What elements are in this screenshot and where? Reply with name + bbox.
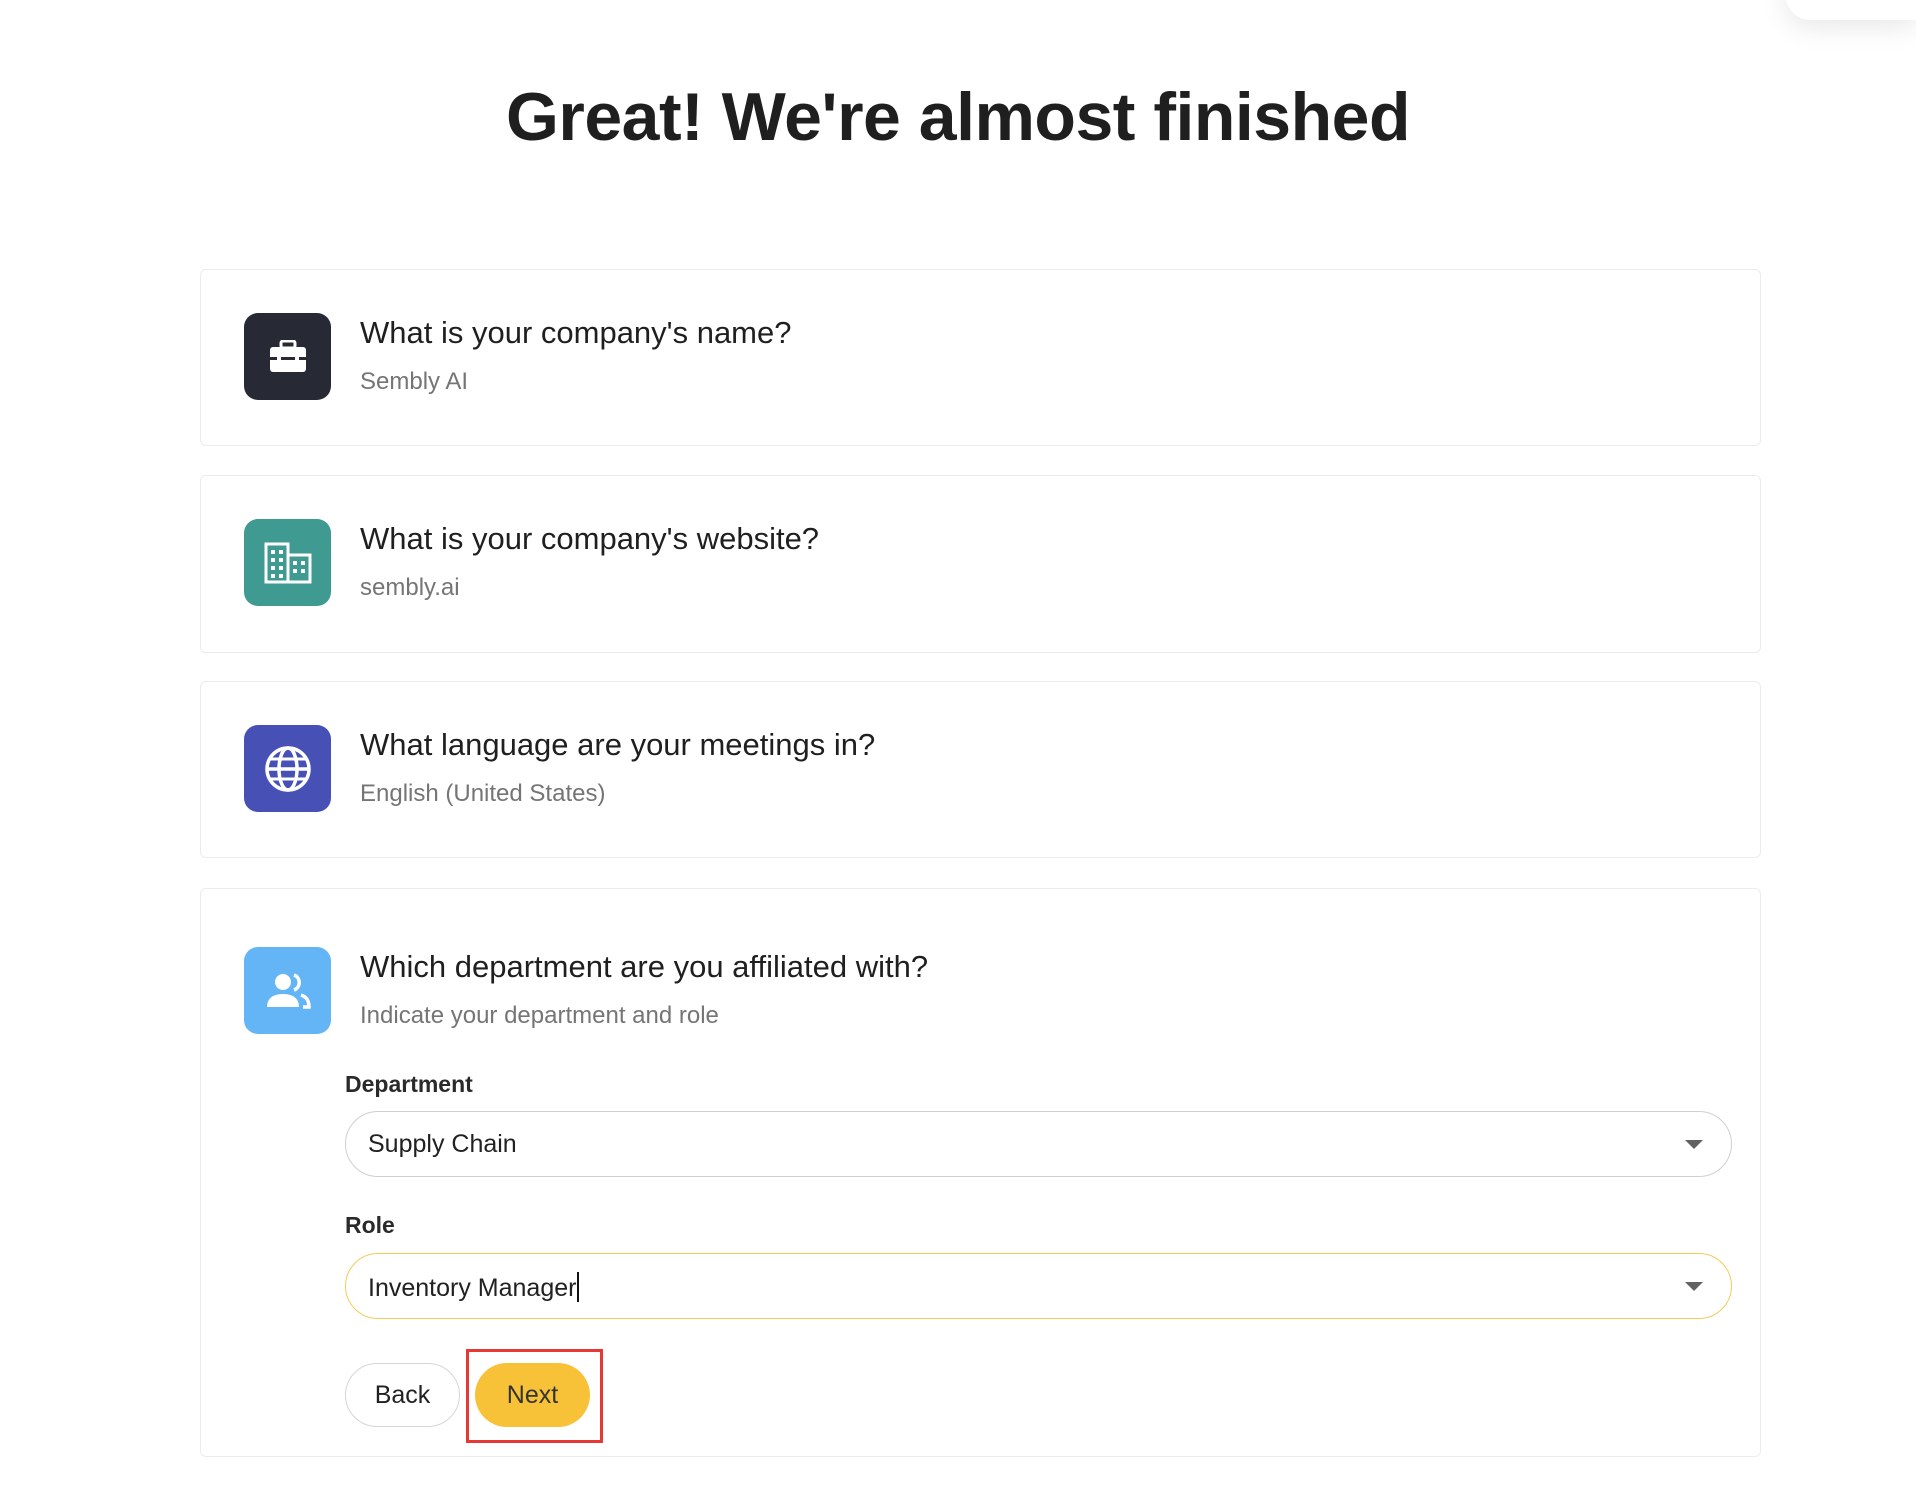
question-answer: Sembly AI xyxy=(360,368,469,395)
briefcase-icon xyxy=(244,313,331,400)
text-caret xyxy=(577,1272,580,1302)
question-answer: English (United States) xyxy=(360,780,606,807)
chevron-down-icon[interactable] xyxy=(1685,1282,1703,1291)
question-title: Which department are you affiliated with… xyxy=(360,949,929,984)
chevron-down-icon[interactable] xyxy=(1685,1140,1703,1149)
onboarding-page: Great! We're almost finished What is you… xyxy=(0,0,1916,1508)
role-value-wrap: Inventory Manager xyxy=(368,1272,580,1303)
department-card: Which department are you affiliated with… xyxy=(200,888,1761,1457)
page-title: Great! We're almost finished xyxy=(505,79,1411,155)
next-button[interactable]: Next xyxy=(475,1363,590,1427)
company-name-card[interactable]: What is your company's name? Sembly AI xyxy=(200,269,1761,446)
department-value: Supply Chain xyxy=(368,1130,517,1158)
back-button[interactable]: Back xyxy=(345,1363,460,1427)
question-answer: sembly.ai xyxy=(360,574,460,601)
question-title: What language are your meetings in? xyxy=(360,727,876,762)
department-select[interactable]: Supply Chain xyxy=(345,1111,1732,1177)
question-title: What is your company's website? xyxy=(360,521,820,556)
corner-panel xyxy=(1786,0,1916,20)
globe-icon xyxy=(244,725,331,812)
question-subtitle: Indicate your department and role xyxy=(360,1002,719,1029)
role-select[interactable]: Inventory Manager xyxy=(345,1253,1732,1319)
building-icon xyxy=(244,519,331,606)
meeting-language-card[interactable]: What language are your meetings in? Engl… xyxy=(200,681,1761,858)
role-value: Inventory Manager xyxy=(368,1274,577,1302)
department-label: Department xyxy=(345,1071,473,1097)
people-icon xyxy=(244,947,331,1034)
role-label: Role xyxy=(345,1212,395,1238)
company-website-card[interactable]: What is your company's website? sembly.a… xyxy=(200,475,1761,653)
question-title: What is your company's name? xyxy=(360,315,792,350)
